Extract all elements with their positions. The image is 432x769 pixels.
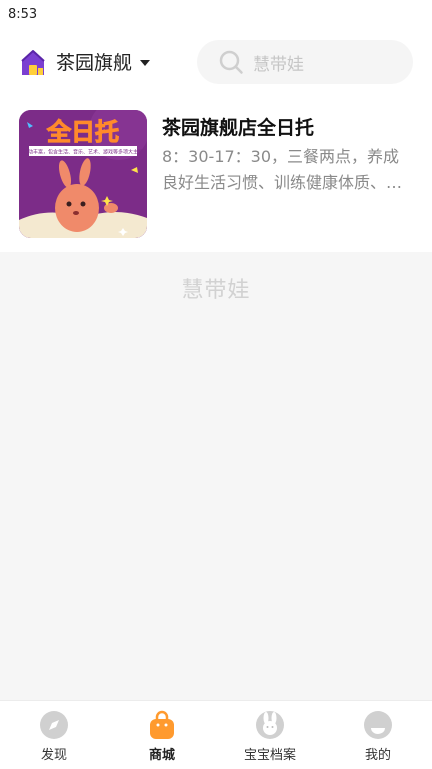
product-card[interactable]: 全日托 活动丰富，包含生活、音乐、艺术、游戏等多项大主题 茶园旗舰店全日托 8：… [0, 96, 432, 252]
tab-baby-profile[interactable]: 宝宝档案 [216, 701, 324, 769]
brand-watermark: 慧带娃 [181, 278, 251, 303]
house-icon [21, 50, 45, 75]
bottom-tab-bar: 发现 商城 宝宝档案 我的 [0, 700, 432, 769]
tab-me[interactable]: 我的 [324, 701, 432, 769]
search-placeholder: 慧带娃 [253, 54, 304, 75]
store-name: 茶园旗舰 [56, 52, 133, 74]
product-thumbnail: 全日托 活动丰富，包含生活、音乐、艺术、游戏等多项大主题 [19, 110, 147, 238]
tab-label: 发现 [40, 748, 67, 763]
thumbnail-headline: 全日托 [46, 118, 119, 146]
tab-label: 商城 [148, 748, 175, 763]
header: 茶园旗舰 慧带娃 [0, 28, 432, 96]
profile-icon [364, 711, 392, 739]
thumbnail-banner: 活动丰富，包含生活、音乐、艺术、游戏等多项大主题 [23, 149, 143, 156]
tab-label: 我的 [364, 748, 391, 763]
search-input[interactable]: 慧带娃 [197, 40, 413, 84]
store-switcher[interactable]: 茶园旗舰 [18, 47, 151, 79]
chevron-down-icon [140, 60, 151, 66]
rabbit-icon [256, 711, 284, 739]
shopping-bag-icon [150, 710, 174, 739]
search-icon [219, 50, 243, 74]
product-title: 茶园旗舰店全日托 [162, 117, 315, 139]
tab-discover[interactable]: 发现 [0, 701, 108, 769]
tab-label: 宝宝档案 [243, 748, 296, 763]
status-bar: 8:53 [0, 0, 432, 28]
tab-mall[interactable]: 商城 [108, 701, 216, 769]
compass-icon [40, 711, 68, 739]
product-description: 8：30-17：30，三餐两点，养成良好生活习惯、训练健康体质、… [162, 147, 403, 192]
status-time: 8:53 [8, 7, 38, 22]
